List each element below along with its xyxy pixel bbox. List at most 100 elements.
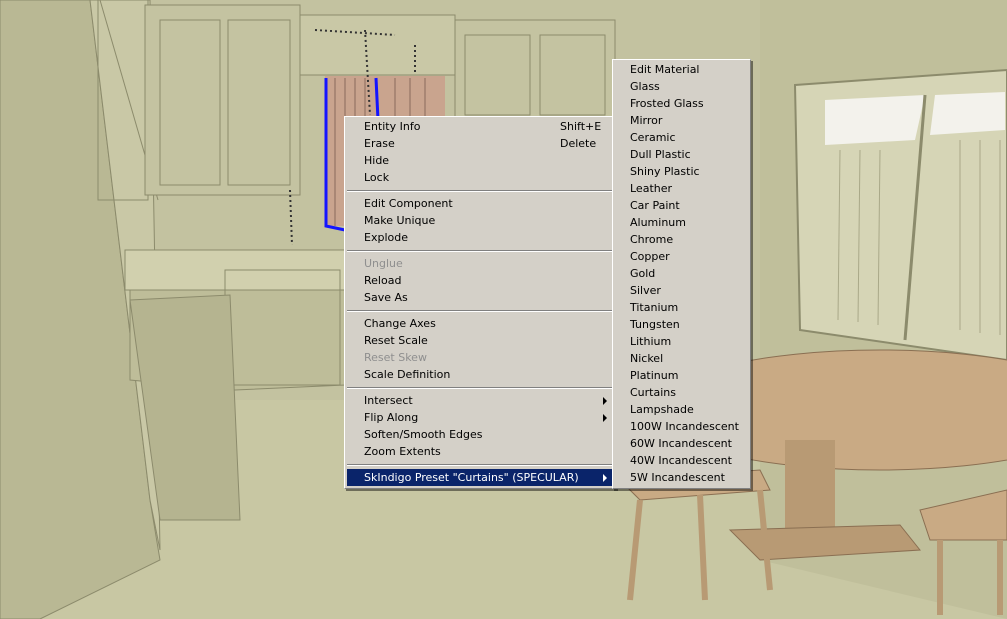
menu-separator <box>347 387 613 389</box>
submenu-item-gold[interactable]: Gold <box>613 265 748 282</box>
submenu-item-leather[interactable]: Leather <box>613 180 748 197</box>
menu-item-erase[interactable]: Erase Delete <box>347 135 613 152</box>
submenu-item-label: Gold <box>630 267 656 280</box>
submenu-item-label: Silver <box>630 284 661 297</box>
menu-item-label: Explode <box>364 231 408 244</box>
submenu-item-glass[interactable]: Glass <box>613 78 748 95</box>
submenu-item-label: Lithium <box>630 335 672 348</box>
menu-item-hide[interactable]: Hide <box>347 152 613 169</box>
submenu-item-label: Leather <box>630 182 673 195</box>
menu-item-label: SkIndigo Preset "Curtains" (SPECULAR) <box>364 471 579 484</box>
menu-item-label: Flip Along <box>364 411 419 424</box>
menu-item-label: Lock <box>364 171 390 184</box>
submenu-item-label: Car Paint <box>630 199 680 212</box>
menu-separator <box>347 310 613 312</box>
submenu-item-edit-material[interactable]: Edit Material <box>613 61 748 78</box>
submenu-item-label: Copper <box>630 250 670 263</box>
submenu-item-shiny-plastic[interactable]: Shiny Plastic <box>613 163 748 180</box>
submenu-item-nickel[interactable]: Nickel <box>613 350 748 367</box>
menu-item-flip-along[interactable]: Flip Along <box>347 409 613 426</box>
submenu-item-label: Edit Material <box>630 63 700 76</box>
menu-item-intersect[interactable]: Intersect <box>347 392 613 409</box>
submenu-item-label: Lampshade <box>630 403 694 416</box>
submenu-item-titanium[interactable]: Titanium <box>613 299 748 316</box>
submenu-item-label: Dull Plastic <box>630 148 691 161</box>
submenu-item-label: 60W Incandescent <box>630 437 732 450</box>
menu-item-make-unique[interactable]: Make Unique <box>347 212 613 229</box>
menu-item-change-axes[interactable]: Change Axes <box>347 315 613 332</box>
menu-separator <box>347 464 613 466</box>
menu-item-zoom-extents[interactable]: Zoom Extents <box>347 443 613 460</box>
menu-item-save-as[interactable]: Save As <box>347 289 613 306</box>
submenu-item-5w-incandescent[interactable]: 5W Incandescent <box>613 469 748 486</box>
menu-separator <box>347 250 613 252</box>
menu-item-edit-component[interactable]: Edit Component <box>347 195 613 212</box>
submenu-item-ceramic[interactable]: Ceramic <box>613 129 748 146</box>
submenu-item-label: Curtains <box>630 386 676 399</box>
menu-item-label: Hide <box>364 154 390 167</box>
submenu-arrow-icon <box>603 397 607 405</box>
submenu-item-label: Ceramic <box>630 131 676 144</box>
menu-item-shortcut: Delete <box>560 137 597 150</box>
submenu-item-60w-incandescent[interactable]: 60W Incandescent <box>613 435 748 452</box>
submenu-item-tungsten[interactable]: Tungsten <box>613 316 748 333</box>
submenu-item-silver[interactable]: Silver <box>613 282 748 299</box>
context-menu: Entity Info Shift+E Erase Delete Hide Lock Edi… <box>344 116 616 489</box>
submenu-item-label: 5W Incandescent <box>630 471 725 484</box>
menu-item-explode[interactable]: Explode <box>347 229 613 246</box>
menu-item-label: Change Axes <box>364 317 436 330</box>
menu-item-label: Zoom Extents <box>364 445 441 458</box>
submenu-item-label: Aluminum <box>630 216 686 229</box>
menu-item-label: Unglue <box>364 257 403 270</box>
submenu-item-label: Glass <box>630 80 660 93</box>
submenu-item-curtains[interactable]: Curtains <box>613 384 748 401</box>
menu-item-lock[interactable]: Lock <box>347 169 613 186</box>
submenu-item-label: Nickel <box>630 352 664 365</box>
submenu-item-lithium[interactable]: Lithium <box>613 333 748 350</box>
menu-item-label: Save As <box>364 291 408 304</box>
submenu-item-40w-incandescent[interactable]: 40W Incandescent <box>613 452 748 469</box>
menu-item-label: Scale Definition <box>364 368 451 381</box>
menu-item-label: Intersect <box>364 394 413 407</box>
submenu-item-label: Mirror <box>630 114 663 127</box>
menu-item-entity-info[interactable]: Entity Info Shift+E <box>347 118 613 135</box>
menu-item-label: Erase <box>364 137 395 150</box>
submenu-item-chrome[interactable]: Chrome <box>613 231 748 248</box>
menu-separator <box>347 190 613 192</box>
submenu-item-lampshade[interactable]: Lampshade <box>613 401 748 418</box>
submenu-item-frosted-glass[interactable]: Frosted Glass <box>613 95 748 112</box>
submenu-arrow-icon <box>603 474 607 482</box>
submenu-item-platinum[interactable]: Platinum <box>613 367 748 384</box>
menu-item-label: Reset Scale <box>364 334 428 347</box>
submenu-item-label: Titanium <box>630 301 679 314</box>
menu-item-label: Make Unique <box>364 214 436 227</box>
submenu-item-mirror[interactable]: Mirror <box>613 112 748 129</box>
menu-item-label: Reload <box>364 274 402 287</box>
submenu-item-aluminum[interactable]: Aluminum <box>613 214 748 231</box>
submenu-item-100w-incandescent[interactable]: 100W Incandescent <box>613 418 748 435</box>
menu-item-label: Edit Component <box>364 197 453 210</box>
submenu-item-label: 40W Incandescent <box>630 454 732 467</box>
menu-item-label: Entity Info <box>364 120 421 133</box>
menu-item-unglue: Unglue <box>347 255 613 272</box>
menu-item-label: Reset Skew <box>364 351 427 364</box>
submenu-item-label: Tungsten <box>630 318 680 331</box>
submenu-item-label: Platinum <box>630 369 679 382</box>
submenu-item-label: Frosted Glass <box>630 97 704 110</box>
submenu-item-label: 100W Incandescent <box>630 420 739 433</box>
menu-item-reset-skew: Reset Skew <box>347 349 613 366</box>
menu-item-reset-scale[interactable]: Reset Scale <box>347 332 613 349</box>
submenu-item-label: Shiny Plastic <box>630 165 700 178</box>
material-submenu: Edit Material Glass Frosted Glass Mirror Cer… <box>612 59 751 489</box>
menu-item-shortcut: Shift+E <box>560 120 602 133</box>
menu-item-soften-smooth-edges[interactable]: Soften/Smooth Edges <box>347 426 613 443</box>
submenu-item-dull-plastic[interactable]: Dull Plastic <box>613 146 748 163</box>
submenu-item-copper[interactable]: Copper <box>613 248 748 265</box>
submenu-item-label: Chrome <box>630 233 674 246</box>
menu-item-skindigo-preset-curtains-specular[interactable]: SkIndigo Preset "Curtains" (SPECULAR) <box>347 469 613 486</box>
submenu-item-car-paint[interactable]: Car Paint <box>613 197 748 214</box>
menu-item-label: Soften/Smooth Edges <box>364 428 483 441</box>
submenu-arrow-icon <box>603 414 607 422</box>
menu-item-scale-definition[interactable]: Scale Definition <box>347 366 613 383</box>
menu-item-reload[interactable]: Reload <box>347 272 613 289</box>
